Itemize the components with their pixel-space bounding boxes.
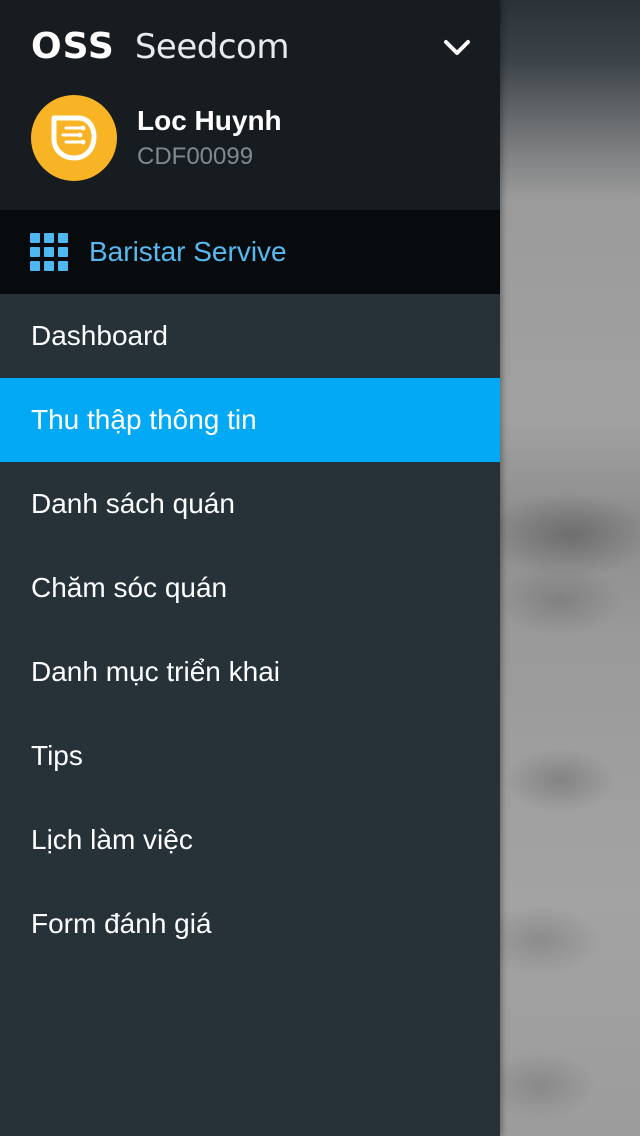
app-switcher[interactable]: Baristar Servive [0,210,500,294]
account-dropdown-button[interactable] [440,34,474,62]
menu-item-danh-muc-trien-khai[interactable]: Danh mục triển khai [0,630,500,714]
menu-item-label: Lịch làm việc [31,824,193,855]
drawer-menu: Dashboard Thu thập thông tin Danh sách q… [0,294,500,966]
brand-oss-text: OSS [31,26,115,67]
screen: OSS Seedcom Loc Huynh CDF00099 Baristar … [0,0,640,1136]
brand-seedcom-text: Seedcom [134,27,290,67]
dimmed-background-content[interactable] [500,0,640,1136]
user-id: CDF00099 [137,143,254,170]
menu-item-label: Dashboard [31,320,168,351]
menu-item-tips[interactable]: Tips [0,714,500,798]
menu-item-thu-thap-thong-tin[interactable]: Thu thập thông tin [0,378,500,462]
menu-item-dashboard[interactable]: Dashboard [0,294,500,378]
menu-item-cham-soc-quan[interactable]: Chăm sóc quán [0,546,500,630]
navigation-drawer: OSS Seedcom Loc Huynh CDF00099 Baristar … [0,0,500,1136]
apps-grid-icon [30,233,68,271]
leaf-logo-icon [51,115,97,161]
menu-item-lich-lam-viec[interactable]: Lịch làm việc [0,798,500,882]
menu-item-label: Chăm sóc quán [31,572,228,603]
brand-logo: OSS Seedcom [31,26,289,70]
user-name: Loc Huynh [137,105,282,136]
drawer-header: OSS Seedcom Loc Huynh CDF00099 [0,0,500,210]
chevron-down-icon [444,40,470,55]
menu-item-label: Thu thập thông tin [31,404,257,435]
menu-item-label: Danh mục triển khai [31,656,281,687]
menu-item-form-danh-gia[interactable]: Form đánh giá [0,882,500,966]
menu-item-label: Danh sách quán [31,488,235,519]
app-switcher-label: Baristar Servive [89,236,287,267]
avatar[interactable] [31,95,117,181]
menu-item-label: Form đánh giá [31,908,212,939]
menu-item-label: Tips [31,740,83,771]
menu-item-danh-sach-quan[interactable]: Danh sách quán [0,462,500,546]
